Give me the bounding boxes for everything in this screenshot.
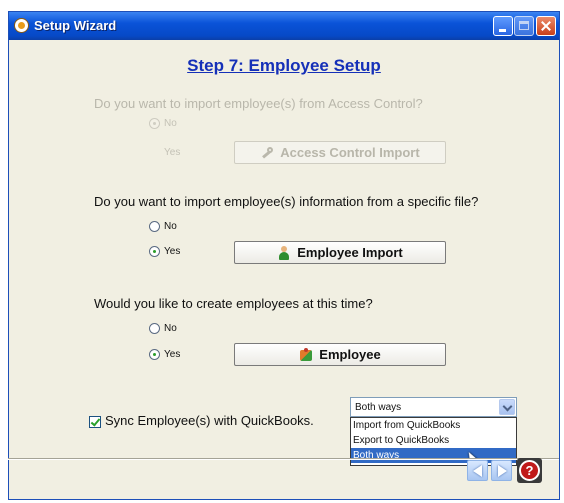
app-icon [14,18,29,33]
access-control-import-button: Access Control Import [234,141,446,164]
dropdown-option-export[interactable]: Export to QuickBooks [351,433,516,448]
file-import-no-radio[interactable]: No [149,221,177,232]
chevron-down-icon[interactable] [499,399,515,415]
radio-label: Yes [164,246,181,257]
radio-label: Yes [164,147,181,158]
radio-indicator[interactable] [149,221,160,232]
sync-quickbooks-checkbox[interactable] [89,416,101,428]
person-icon [277,245,291,260]
button-label: Access Control Import [280,145,420,160]
help-icon[interactable]: ? [519,460,540,481]
minimize-button[interactable] [493,16,513,36]
file-import-question: Do you want to import employee(s) inform… [94,194,479,209]
access-control-question: Do you want to import employee(s) from A… [94,96,423,111]
employee-button[interactable]: Employee [234,343,446,366]
select-value: Both ways [355,402,402,413]
key-icon [260,146,274,160]
radio-label: No [164,221,177,232]
step-title: Step 7: Employee Setup [187,56,381,75]
window-title: Setup Wizard [34,18,117,33]
radio-label: No [164,323,177,334]
create-employees-question: Would you like to create employees at th… [94,296,373,311]
create-employees-yes-radio[interactable]: Yes [149,349,180,360]
employee-import-button[interactable]: Employee Import [234,241,446,264]
radio-indicator[interactable] [149,323,160,334]
radio-label: No [164,118,177,129]
close-button[interactable] [536,16,556,36]
sync-direction-select[interactable]: Both ways [350,397,517,417]
access-control-yes-radio: Yes [164,147,180,158]
button-label: Employee [319,347,381,362]
next-arrow-icon[interactable] [491,460,512,481]
access-control-no-radio: No [149,118,177,129]
back-arrow-icon[interactable] [467,460,488,481]
button-label: Employee Import [297,245,403,260]
help-button[interactable]: ? [517,458,542,483]
dropdown-option-import[interactable]: Import from QuickBooks [351,418,516,433]
radio-indicator[interactable] [149,246,160,257]
create-employees-no-radio[interactable]: No [149,323,177,334]
radio-indicator[interactable] [149,349,160,360]
title-bar[interactable]: Setup Wizard [9,12,559,40]
radio-label: Yes [164,349,181,360]
maximize-button[interactable] [514,16,534,36]
radio-indicator [149,118,160,129]
file-import-yes-radio[interactable]: Yes [149,246,180,257]
employee-icon [299,347,313,362]
sync-quickbooks-label: Sync Employee(s) with QuickBooks. [105,413,314,428]
